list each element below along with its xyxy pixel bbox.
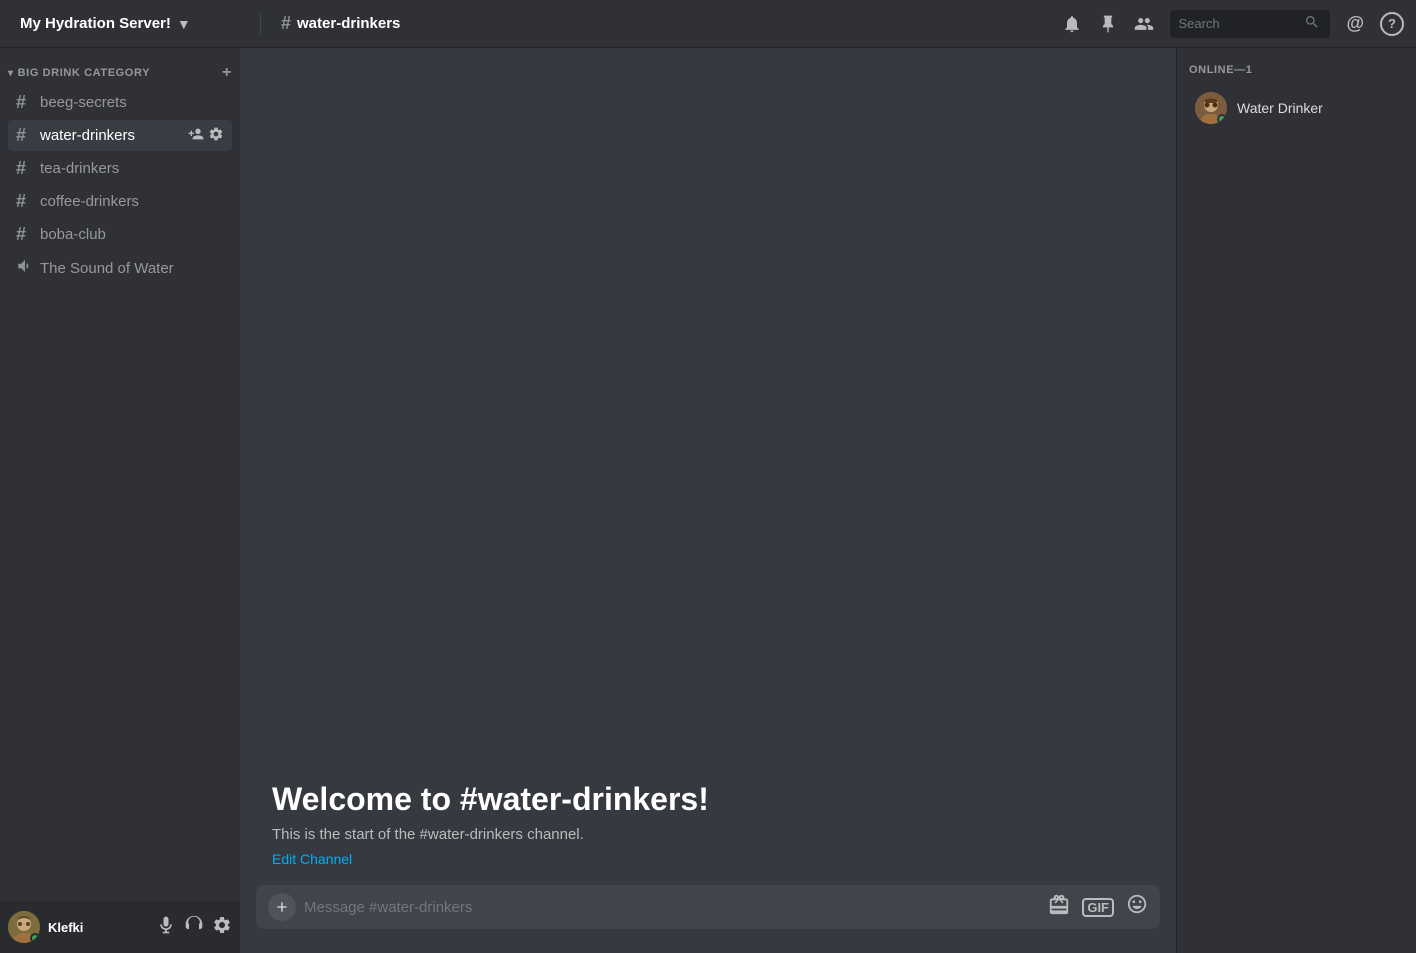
channel-hash-icon: # [281, 13, 291, 34]
channel-hash-icon: # [16, 92, 34, 113]
gift-icon[interactable] [1048, 893, 1070, 921]
search-icon [1304, 14, 1320, 33]
headphones-icon[interactable] [184, 915, 204, 940]
topbar-divider [260, 12, 261, 36]
member-online-indicator [1217, 114, 1227, 124]
user-bar: Klefki [0, 901, 240, 953]
chat-area: Welcome to #water-drinkers! This is the … [240, 48, 1176, 953]
right-sidebar: ONLINE—1 Water Drinker [1176, 48, 1416, 953]
server-dropdown-icon[interactable]: ▼ [177, 16, 191, 32]
user-controls [156, 915, 232, 940]
channel-name-label: The Sound of Water [40, 260, 224, 277]
topbar-channel: # water-drinkers [269, 13, 1054, 34]
server-name[interactable]: My Hydration Server! ▼ [12, 15, 252, 32]
search-box[interactable] [1170, 10, 1330, 38]
channel-item-boba-club[interactable]: # boba-club [8, 219, 232, 250]
member-name-label: Water Drinker [1237, 100, 1323, 116]
bell-icon[interactable] [1062, 14, 1082, 34]
channel-item-tea-drinkers[interactable]: # tea-drinkers [8, 153, 232, 184]
server-name-label: My Hydration Server! [20, 15, 171, 32]
member-avatar [1195, 92, 1227, 124]
user-online-indicator [30, 933, 40, 943]
mic-icon[interactable] [156, 915, 176, 940]
category-chevron-icon: ▾ [8, 68, 14, 79]
channel-hash-icon: # [16, 158, 34, 179]
add-channel-icon[interactable]: + [222, 64, 232, 82]
welcome-title: Welcome to #water-drinkers! [272, 781, 1144, 818]
channel-item-the-sound-of-water[interactable]: The Sound of Water [8, 252, 232, 285]
channel-item-water-drinkers[interactable]: # water-drinkers [8, 120, 232, 151]
members-icon[interactable] [1134, 14, 1154, 34]
online-header: ONLINE—1 [1189, 64, 1404, 76]
chat-input-area: GIF [240, 885, 1176, 953]
add-member-icon[interactable] [188, 93, 204, 112]
help-icon[interactable]: ? [1380, 12, 1404, 36]
add-member-icon[interactable] [188, 126, 204, 145]
user-settings-icon[interactable] [212, 915, 232, 940]
channel-name-label: beeg-secrets [40, 94, 182, 111]
channel-item-beeg-secrets[interactable]: # beeg-secrets [8, 87, 232, 118]
channel-hash-icon: # [16, 125, 34, 146]
emoji-icon[interactable] [1126, 893, 1148, 921]
channel-name-label: boba-club [40, 226, 224, 243]
channel-hash-icon: # [16, 224, 34, 245]
search-input[interactable] [1178, 16, 1298, 31]
channel-settings-icon[interactable] [208, 126, 224, 145]
chat-input-icons: GIF [1048, 893, 1148, 921]
topbar: My Hydration Server! ▼ # water-drinkers … [0, 0, 1416, 48]
channel-item-coffee-drinkers[interactable]: # coffee-drinkers [8, 186, 232, 217]
topbar-icons: @ ? [1062, 10, 1404, 38]
gif-icon[interactable]: GIF [1082, 898, 1114, 917]
member-item[interactable]: Water Drinker [1189, 88, 1404, 128]
channel-name-label: water-drinkers [40, 127, 182, 144]
channel-action-icons [188, 126, 224, 145]
category-header[interactable]: ▾ BIG DRINK CATEGORY + [0, 48, 240, 86]
chat-input-box: GIF [256, 885, 1160, 929]
pin-icon[interactable] [1098, 14, 1118, 34]
at-icon[interactable]: @ [1346, 13, 1364, 34]
welcome-description: This is the start of the #water-drinkers… [272, 826, 1144, 843]
voice-channel-icon [16, 257, 34, 280]
category-title-row: ▾ BIG DRINK CATEGORY [8, 67, 150, 79]
main-layout: ▾ BIG DRINK CATEGORY + # beeg-secrets # … [0, 48, 1416, 953]
edit-channel-link[interactable]: Edit Channel [272, 851, 352, 867]
welcome-section: Welcome to #water-drinkers! This is the … [256, 761, 1160, 885]
channel-name-label: coffee-drinkers [40, 193, 224, 210]
chat-input-field[interactable] [304, 899, 1040, 916]
left-sidebar: ▾ BIG DRINK CATEGORY + # beeg-secrets # … [0, 48, 240, 953]
user-avatar[interactable] [8, 911, 40, 943]
user-name-label: Klefki [48, 920, 148, 935]
channel-name-label: tea-drinkers [40, 160, 224, 177]
chat-messages: Welcome to #water-drinkers! This is the … [240, 48, 1176, 885]
topbar-channel-name: water-drinkers [297, 15, 400, 32]
channel-settings-icon[interactable] [208, 93, 224, 112]
channel-hash-icon: # [16, 191, 34, 212]
category-name: BIG DRINK CATEGORY [18, 67, 150, 79]
attach-button[interactable] [268, 893, 296, 921]
